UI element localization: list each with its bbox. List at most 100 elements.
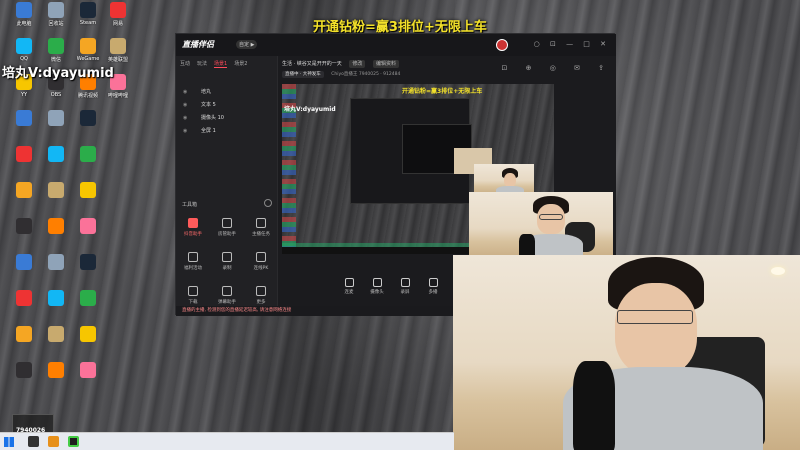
- desktop-icon[interactable]: [40, 290, 72, 324]
- app-icon: [80, 2, 96, 18]
- status-counts: Chiyo直播王 7940025 · 912484: [331, 72, 401, 77]
- desktop-icon-label: YY: [20, 92, 28, 98]
- room-id-badge: 7940026: [12, 414, 54, 434]
- app-icon: [48, 290, 64, 306]
- desktop-icon[interactable]: [40, 362, 72, 396]
- desktop-icon-label: 哔哩哔哩: [107, 93, 128, 99]
- app-icon: [16, 362, 32, 378]
- desktop-icon[interactable]: [72, 218, 104, 252]
- desktop-icon[interactable]: [72, 326, 104, 360]
- desktop-icon[interactable]: [40, 254, 72, 288]
- version-badge[interactable]: 自定 ▶: [236, 40, 258, 49]
- desktop-icon[interactable]: 此电脑: [8, 2, 40, 36]
- desktop-icon[interactable]: [72, 362, 104, 396]
- tab-互动[interactable]: 互动: [180, 61, 190, 67]
- tab-玩法[interactable]: 玩法: [197, 61, 207, 67]
- live-title-row: 生活 · 峡谷又是开开的一天 修改 编辑资料: [282, 60, 399, 68]
- desktop-icon[interactable]: [40, 326, 72, 360]
- desktop-icon[interactable]: [40, 218, 72, 252]
- app-icon: [48, 254, 64, 270]
- status-badge: 直播中 · 大神发车: [282, 71, 324, 78]
- tool-label: 福利活动: [184, 266, 202, 271]
- tool-button[interactable]: 录制: [210, 250, 244, 284]
- taskbar-app-icon[interactable]: [48, 436, 59, 447]
- desktop-icon[interactable]: [8, 110, 40, 144]
- tool-label: 抖音助手: [184, 232, 202, 237]
- desktop-icon[interactable]: [8, 362, 40, 396]
- taskbar-app-icon[interactable]: [28, 436, 39, 447]
- bottom-tool-button[interactable]: 连麦: [334, 278, 364, 295]
- desktop-icon[interactable]: [40, 146, 72, 180]
- left-banner-text: 培丸V:dyayumid: [2, 66, 114, 81]
- preview-banner-text: 开通钻粉=赢3排位+无限上车: [402, 88, 483, 95]
- tool-button[interactable]: 房管助手: [210, 216, 244, 250]
- tab-场景1[interactable]: 场景1: [214, 61, 228, 68]
- live-title: 生活 · 峡谷又是开开的一天: [282, 61, 342, 67]
- desktop-icon-label: 回收站: [48, 21, 64, 27]
- desktop-icon[interactable]: [72, 290, 104, 324]
- bottom-tool-label: 连麦: [344, 290, 354, 295]
- bottom-tool-label: 录屏: [400, 290, 410, 295]
- desktop-icon[interactable]: [72, 254, 104, 288]
- tools-title: 工具箱: [182, 202, 198, 208]
- edit-title-button[interactable]: 修改: [349, 60, 366, 68]
- tool-icon: [256, 286, 266, 296]
- desktop-icon[interactable]: [8, 182, 40, 216]
- app-icon: [48, 146, 64, 162]
- bottom-tool-icon: [400, 278, 410, 287]
- app-icon: [48, 326, 64, 342]
- desktop-icon[interactable]: 网易: [102, 2, 134, 36]
- desktop-icon[interactable]: 回收站: [40, 2, 72, 36]
- preview-left-text: 培丸V:dyayumid: [284, 106, 336, 113]
- header-icon-row[interactable]: ⊡ ⊕ ◎ ✉ ⇪: [502, 64, 612, 72]
- bottom-tool-button[interactable]: 摄像头: [362, 278, 392, 295]
- tool-label: 弹幕助手: [218, 300, 236, 305]
- desktop-icon[interactable]: [8, 218, 40, 252]
- app-titlebar: 直播伴侣 自定 ▶ ○ ⊡ — □ ✕: [176, 34, 616, 56]
- scene-item[interactable]: 文本 5: [179, 99, 275, 112]
- status-row: 直播中 · 大神发车 Chiyo直播王 7940025 · 912484: [282, 71, 401, 78]
- desktop-icon[interactable]: [40, 110, 72, 144]
- app-icon: [48, 38, 64, 54]
- tool-icon: [188, 286, 198, 296]
- edit-profile-button[interactable]: 编辑资料: [372, 60, 399, 68]
- desktop-icon[interactable]: [40, 182, 72, 216]
- windows-start-icon[interactable]: [4, 437, 14, 447]
- app-icon: [48, 2, 64, 18]
- tool-button[interactable]: 福利活动: [176, 250, 210, 284]
- tool-button[interactable]: 抖音助手: [176, 216, 210, 250]
- desktop-icon-label: Steam: [79, 20, 97, 26]
- bottom-tool-button[interactable]: 多播: [418, 278, 448, 295]
- bottom-tool-button[interactable]: 录屏: [390, 278, 420, 295]
- taskbar-app-icon[interactable]: [68, 436, 79, 447]
- tool-button[interactable]: 主播任务: [244, 216, 278, 250]
- user-avatar[interactable]: [496, 39, 508, 51]
- tool-button[interactable]: 连线PK: [244, 250, 278, 284]
- app-icon: [48, 218, 64, 234]
- window-controls[interactable]: ○ ⊡ — □ ✕: [534, 40, 610, 48]
- desktop-icon[interactable]: Steam: [72, 2, 104, 36]
- scene-item[interactable]: 摄像头 10: [179, 112, 275, 125]
- desktop-icon[interactable]: [8, 290, 40, 324]
- desktop-icon-label: OBS: [50, 92, 62, 98]
- desktop-icon[interactable]: [72, 110, 104, 144]
- scene-item[interactable]: 培丸: [179, 86, 275, 99]
- bottom-tool-icon: [344, 278, 354, 287]
- desktop-icon[interactable]: [72, 182, 104, 216]
- app-icon: [80, 110, 96, 126]
- desktop-icon[interactable]: [72, 146, 104, 180]
- desktop-icon[interactable]: [8, 146, 40, 180]
- tool-icon: [188, 218, 198, 228]
- tools-more-icon[interactable]: [264, 199, 272, 207]
- tab-场景2[interactable]: 场景2: [234, 61, 247, 67]
- windows-taskbar: [0, 432, 454, 450]
- app-icon: [48, 182, 64, 198]
- scene-item[interactable]: 全屏 1: [179, 125, 275, 138]
- desktop-icon[interactable]: [8, 326, 40, 360]
- app-icon: [16, 146, 32, 162]
- app-icon: [16, 110, 32, 126]
- webcam-small: [474, 164, 534, 194]
- app-icon: [48, 362, 64, 378]
- desktop-icon[interactable]: [8, 254, 40, 288]
- webcam-large-face: [615, 283, 697, 375]
